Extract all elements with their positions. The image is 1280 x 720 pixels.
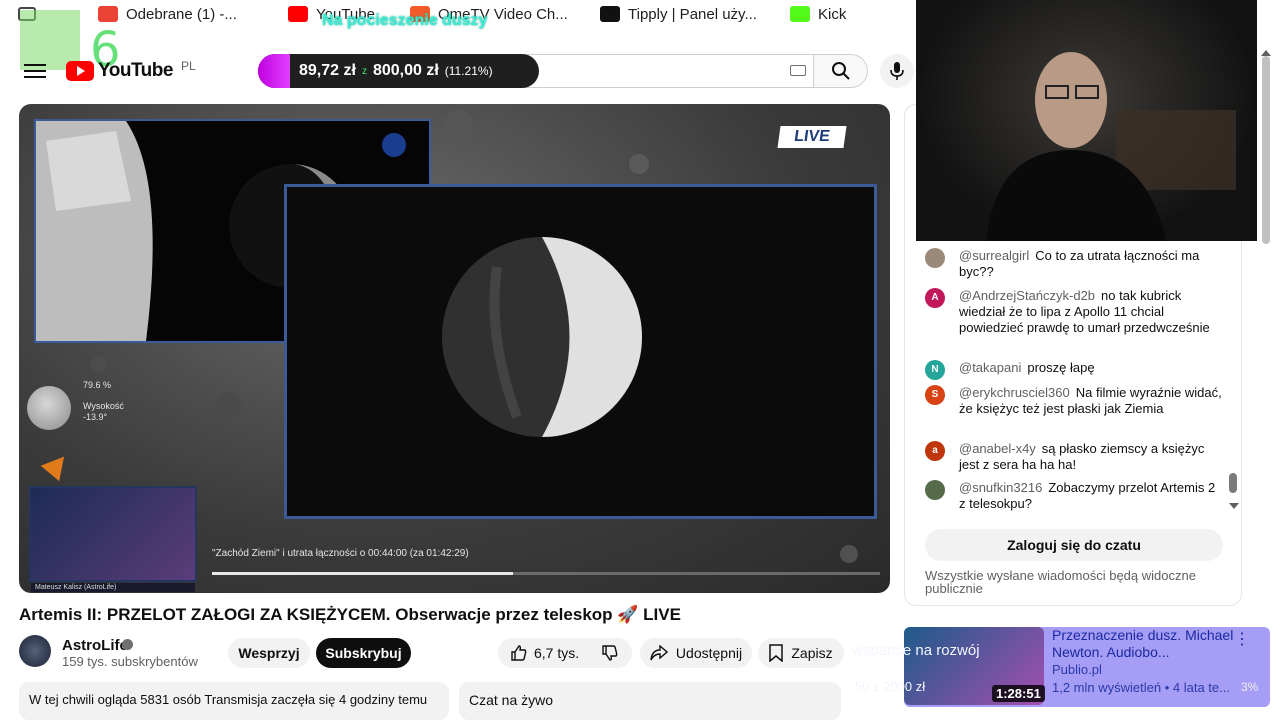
bookmark-tipply[interactable]: Tipply | Panel uży... (600, 4, 757, 24)
bookmark-label: Tipply | Panel uży... (628, 5, 757, 23)
chat-scrollbar[interactable] (1229, 473, 1237, 493)
chat-avatar: a (925, 441, 945, 461)
verified-icon (122, 639, 133, 650)
keyboard-icon[interactable] (790, 65, 806, 76)
chat-public-note: Wszystkie wysłane wiadomości będą widocz… (925, 568, 1196, 596)
youtube-icon (288, 6, 308, 22)
voice-search-button[interactable] (880, 54, 914, 88)
video-title: Artemis II: PRZELOT ZAŁOGI ZA KSIĘŻYCEM.… (19, 605, 681, 624)
subscriber-count: 159 tys. subskrybentów (62, 654, 198, 669)
coin-icon: z (361, 65, 367, 77)
donation-progress-fill (258, 54, 290, 88)
chat-avatar: S (925, 385, 945, 405)
description-box[interactable]: W tej chwili ogląda 5831 osób Transmisja… (19, 682, 449, 720)
search-icon (831, 62, 850, 80)
thumbs-down-icon (602, 645, 618, 661)
chat-author[interactable]: @takapani (959, 360, 1021, 375)
moon-phase-icon (27, 386, 71, 430)
video-caption: "Zachód Ziemi" i utrata łączności o 00:4… (212, 548, 469, 559)
video-player[interactable]: LIVE 79.6 % Wysokość -13.9° Mateusz Kali… (19, 104, 890, 593)
chat-author[interactable]: @anabel-x4y (959, 441, 1036, 456)
streamer-cam-thumbnail: Mateusz Kalisz (AstroLife) (29, 486, 197, 592)
share-label: Udostępnij (675, 645, 743, 661)
save-label: Zapisz (791, 645, 833, 661)
chat-message: S @erykchrusciel360 Na filmie wyraźnie wi… (925, 385, 1225, 417)
bookmark-label: Odebrane (1) -... (126, 5, 237, 23)
dislike-button[interactable] (601, 644, 619, 662)
tipply-icon (600, 6, 620, 22)
altitude-value: -13.9° (83, 412, 108, 422)
video-progress-bar[interactable] (212, 572, 880, 575)
subscribe-button[interactable]: Subskrybuj (316, 638, 411, 668)
chat-message: a @anabel-x4y są płasko ziemscy a księżyc… (925, 441, 1225, 473)
like-button[interactable]: 6,7 tys. (510, 644, 579, 662)
live-badge: LIVE (777, 126, 847, 148)
streamer-webcam (916, 0, 1257, 241)
chat-login-button[interactable]: Zaloguj się do czatu (925, 529, 1223, 561)
country-code: PL (180, 59, 196, 73)
chat-author[interactable]: @surrealgirl (959, 248, 1029, 263)
chat-text: proszę łapę (1027, 360, 1095, 375)
logo-text: YouTube (98, 60, 173, 81)
donation-goal-bar: 89,72 zł z 800,00 zł (11.21%) (258, 54, 539, 88)
recommended-author: Publio.pl (1052, 662, 1102, 677)
telescope-moon-feed (284, 184, 877, 519)
moon-stats: 79.6 % Wysokość -13.9° (83, 380, 124, 423)
support-button[interactable]: Wesprzyj (228, 638, 310, 668)
like-dislike-group: 6,7 tys. (498, 638, 632, 668)
youtube-logo[interactable]: YouTube PL (66, 59, 196, 82)
menu-button[interactable] (24, 60, 46, 82)
goal-label: wsparcie na rozwój (852, 642, 980, 659)
subscribe-label: Subskrybuj (325, 645, 402, 661)
cam-name: Mateusz Kalisz (AstroLife) (31, 583, 195, 592)
chat-message: @snufkin3216 Zobaczymy przelot Artemis 2 … (925, 480, 1225, 512)
bookmark-kick[interactable]: Kick (790, 4, 846, 24)
channel-avatar[interactable] (19, 635, 51, 667)
recommended-percent: 3% (1241, 680, 1259, 694)
chat-author[interactable]: @erykchrusciel360 (959, 385, 1070, 400)
live-chat-label: Czat na żywo (469, 692, 554, 708)
youtube-play-icon (66, 61, 94, 81)
donation-goal: 800,00 zł (372, 62, 439, 79)
thumbs-up-icon (511, 645, 527, 661)
donation-amount: 89,72 zł (299, 62, 356, 79)
moon-percent: 79.6 % (83, 380, 112, 390)
chat-login-label: Zaloguj się do czatu (1007, 537, 1141, 553)
microphone-icon (890, 62, 904, 80)
recommended-video[interactable]: 1:28:51 Przeznaczenie dusz. Michael Newt… (904, 627, 1270, 707)
altitude-label: Wysokość (83, 401, 124, 411)
stream-title: Na pocieszenie duszy (322, 12, 488, 29)
like-count: 6,7 tys. (534, 645, 580, 661)
chat-message: @surrealgirl Co to za utrata łączności ma… (925, 248, 1225, 280)
chat-message: A @AndrzejStańczyk-d2b no tak kubrick wie… (925, 288, 1225, 336)
donation-percent: (11.21%) (444, 64, 493, 78)
description-text: W tej chwili ogląda 5831 osób Transmisja… (29, 692, 428, 707)
channel-name[interactable]: AstroLife (62, 637, 128, 654)
recommended-duration: 1:28:51 (992, 685, 1045, 702)
chat-avatar (925, 248, 945, 268)
save-button[interactable]: Zapisz (758, 638, 844, 668)
chat-avatar (925, 480, 945, 500)
share-button[interactable]: Udostępnij (640, 638, 752, 668)
chat-author[interactable]: @snufkin3216 (959, 480, 1042, 495)
recommended-title[interactable]: Przeznaczenie dusz. Michael Newton. Audi… (1052, 627, 1237, 661)
bookmark-icon (769, 644, 784, 662)
support-label: Wesprzyj (238, 645, 300, 661)
recommended-meta: 1,2 mln wyświetleń • 4 lata te... (1052, 680, 1230, 695)
chat-avatar: A (925, 288, 945, 308)
chat-avatar: N (925, 360, 945, 380)
bookmark-label: Kick (818, 5, 847, 23)
scroll-down-icon[interactable] (1229, 503, 1239, 509)
chat-author[interactable]: @AndrzejStańczyk-d2b (959, 288, 1095, 303)
search-button[interactable] (814, 54, 868, 88)
live-chat-tab[interactable]: Czat na żywo (459, 682, 841, 720)
goal-amount: 50 z 2000 zł (855, 679, 926, 694)
video-progress-fill (212, 572, 513, 575)
kick-icon (790, 6, 810, 22)
page-scrollbar[interactable] (1262, 56, 1270, 244)
chat-message: N @takapani proszę łapę (925, 360, 1225, 380)
more-options-icon[interactable]: ⋮ (1234, 629, 1250, 649)
share-icon (650, 645, 668, 661)
